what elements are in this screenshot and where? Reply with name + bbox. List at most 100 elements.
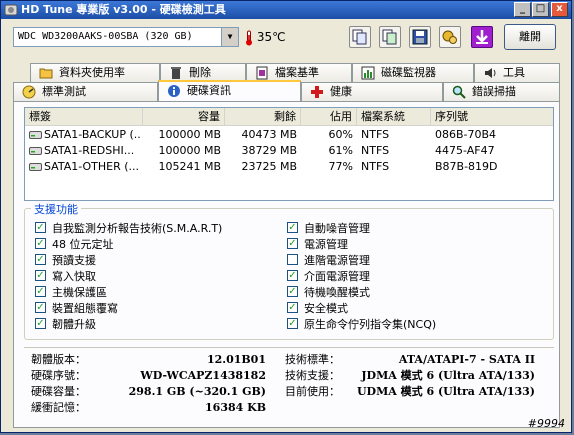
copy-screenshot-icon (382, 29, 397, 45)
checkbox[interactable]: ✓ (35, 238, 46, 249)
cell-filesystem: NTFS (361, 160, 390, 173)
section-divider (24, 347, 554, 348)
active-mode-label: 目前使用： (285, 385, 340, 398)
capacity-label: 硬碟容量： (31, 385, 86, 398)
feature-interface-power-management[interactable]: ✓ 介面電源管理 (287, 269, 370, 284)
feature-label: 寫入快取 (52, 270, 96, 283)
firmware-label: 韌體版本： (31, 353, 86, 366)
checkbox[interactable]: ✓ (287, 318, 298, 329)
tab-tools[interactable]: 工具 (474, 63, 560, 82)
feature-host-protected-area[interactable]: ✓ 主機保護區 (35, 285, 107, 300)
feature-label: 進階電源管理 (304, 254, 370, 267)
download-button[interactable] (471, 26, 493, 48)
tab-label: 檔案基準 (275, 66, 319, 79)
exit-button[interactable]: 離開 (504, 24, 556, 50)
column-header-capacity[interactable]: 容量 (143, 108, 225, 125)
cell-used: 77% (328, 160, 353, 173)
feature-48bit-lba[interactable]: ✓ 48 位元定址 (35, 237, 114, 252)
feature-device-config-overlay[interactable]: ✓ 裝置組態覆寫 (35, 301, 118, 316)
save-icon (412, 29, 428, 45)
cell-label: SATA1-BACKUP (... (44, 128, 141, 141)
tab-label: 標準測試 (42, 85, 86, 98)
feature-security-mode[interactable]: ✓ 安全模式 (287, 301, 348, 316)
checkbox[interactable]: ✓ (35, 286, 46, 297)
maximize-button[interactable]: □ (532, 2, 549, 17)
folder-icon (39, 68, 53, 79)
benchmark-icon (22, 85, 36, 99)
feature-acoustic-management[interactable]: ✓ 自動噪音管理 (287, 221, 370, 236)
feature-ncq[interactable]: ✓ 原生命令佇列指令集(NCQ) (287, 317, 436, 332)
title-bar[interactable]: HD Tune 專業版 v3.00 - 硬碟檢測工具 _ □ x (1, 1, 571, 19)
feature-label: 韌體升級 (52, 318, 96, 331)
close-button[interactable]: x (551, 2, 568, 17)
buffer-value: 16384 KB (205, 401, 266, 414)
checkbox[interactable]: ✓ (287, 238, 298, 249)
minimize-button[interactable]: _ (514, 2, 531, 17)
tab-health[interactable]: 健康 (301, 82, 443, 101)
copy-text-button[interactable] (349, 26, 371, 48)
cell-label: SATA1-REDSHI... (44, 144, 135, 157)
supported-features-title: 支援功能 (31, 201, 81, 217)
checkbox[interactable]: ✓ (35, 222, 46, 233)
options-button[interactable] (439, 26, 461, 48)
disk-info-panel: 標簽 容量 剩餘 佔用 檔案系統 序列號 SATA1-BACKUP (... 1… (13, 101, 560, 428)
table-row[interactable]: SATA1-OTHER (... 105241 MB 23725 MB 77% … (25, 159, 553, 175)
column-header-free[interactable]: 剩餘 (225, 108, 301, 125)
drive-select[interactable]: WDC WD3200AAKS-00SBA (320 GB) ▼ (13, 27, 239, 47)
tab-error-scan[interactable]: 錯誤掃描 (443, 82, 560, 101)
speaker-icon (485, 68, 496, 78)
tab-benchmark[interactable]: 標準測試 (13, 82, 158, 101)
options-icon (442, 30, 457, 44)
tab-disk-info[interactable]: 硬碟資訊 (158, 80, 301, 101)
cell-serial: B87B-819D (435, 160, 498, 173)
feature-smart[interactable]: ✓ 自我監測分析報告技術(S.M.A.R.T) (35, 221, 222, 236)
tab-label: 資料夾使用率 (59, 66, 125, 79)
copy-screenshot-button[interactable] (379, 26, 401, 48)
tab-disk-monitor[interactable]: 磁碟監視器 (352, 63, 474, 82)
firmware-value: 12.01B01 (206, 353, 266, 366)
drive-icon (29, 147, 42, 155)
table-row[interactable]: SATA1-BACKUP (... 100000 MB 40473 MB 60%… (25, 127, 553, 143)
feature-label: 預讀支援 (52, 254, 96, 267)
column-header-label[interactable]: 標簽 (25, 108, 143, 125)
temperature-value: 35℃ (256, 30, 286, 44)
health-icon (311, 86, 323, 98)
capacity-value: 298.1 GB (~320.1 GB) (128, 385, 266, 398)
temperature-display: 35℃ (245, 27, 286, 47)
feature-advanced-power-management[interactable]: 進階電源管理 (287, 253, 370, 268)
feature-firmware-upgrade[interactable]: ✓ 韌體升級 (35, 317, 96, 332)
checkbox[interactable]: ✓ (287, 270, 298, 281)
checkbox[interactable]: ✓ (287, 302, 298, 313)
download-icon (476, 30, 488, 44)
feature-write-cache[interactable]: ✓ 寫入快取 (35, 269, 96, 284)
cell-capacity: 100000 MB (158, 144, 221, 157)
save-button[interactable] (409, 26, 431, 48)
feature-power-up-standby[interactable]: ✓ 待機喚醒模式 (287, 285, 370, 300)
chevron-down-icon[interactable]: ▼ (221, 28, 238, 46)
cell-filesystem: NTFS (361, 144, 390, 157)
cell-free: 23725 MB (241, 160, 297, 173)
column-header-serial[interactable]: 序列號 (431, 108, 555, 125)
column-header-used[interactable]: 佔用 (301, 108, 357, 125)
bottom-tab-row: 標準測試 硬碟資訊 健康 錯誤掃描 (13, 80, 560, 101)
cell-free: 40473 MB (241, 128, 297, 141)
feature-power-management[interactable]: ✓ 電源管理 (287, 237, 348, 252)
checkbox[interactable]: ✓ (35, 302, 46, 313)
drive-icon (29, 131, 42, 139)
buffer-label: 緩衝記憶： (31, 401, 86, 414)
checkbox[interactable]: ✓ (35, 270, 46, 281)
tab-label: 工具 (503, 66, 525, 79)
table-row[interactable]: SATA1-REDSHI... 100000 MB 38729 MB 61% N… (25, 143, 553, 159)
feature-label: 自動噪音管理 (304, 222, 370, 235)
checkbox[interactable]: ✓ (287, 222, 298, 233)
checkbox[interactable]: ✓ (35, 254, 46, 265)
checkbox[interactable]: ✓ (35, 318, 46, 329)
tab-folder-usage[interactable]: 資料夾使用率 (30, 63, 160, 82)
checkbox[interactable] (287, 254, 298, 265)
supported-features-group: 支援功能 ✓ 自我監測分析報告技術(S.M.A.R.T) ✓ 48 位元定址 ✓… (24, 201, 554, 340)
checkbox[interactable]: ✓ (287, 286, 298, 297)
partition-list[interactable]: 標簽 容量 剩餘 佔用 檔案系統 序列號 SATA1-BACKUP (... 1… (24, 107, 554, 201)
column-header-filesystem[interactable]: 檔案系統 (357, 108, 431, 125)
hdtune-window: HD Tune 專業版 v3.00 - 硬碟檢測工具 _ □ x WDC WD3… (0, 0, 572, 433)
feature-read-ahead[interactable]: ✓ 預讀支援 (35, 253, 96, 268)
